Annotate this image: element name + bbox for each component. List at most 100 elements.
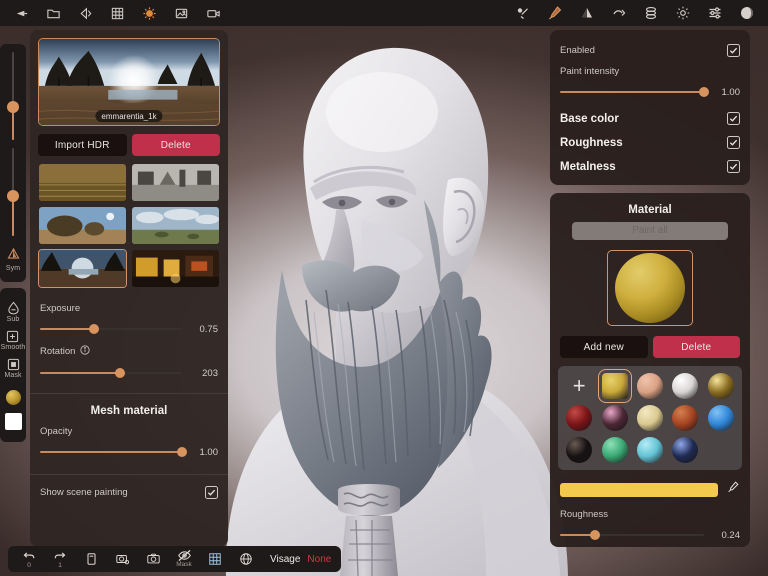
sliders-icon[interactable] — [700, 2, 730, 24]
snapshot-button[interactable] — [107, 547, 137, 571]
settings-gear-icon[interactable] — [668, 2, 698, 24]
slider-knob[interactable] — [7, 190, 19, 202]
visage-label[interactable]: Visage — [270, 554, 300, 565]
hdr-thumb-3[interactable] — [38, 206, 127, 245]
slider-knob[interactable] — [115, 368, 125, 378]
roughness-channel-checkbox[interactable] — [727, 136, 740, 149]
roughness-channel-row[interactable]: Roughness — [550, 136, 750, 149]
paint-intensity-slider[interactable] — [560, 86, 704, 98]
swatch-brass[interactable] — [708, 373, 734, 399]
material-preview[interactable] — [607, 250, 693, 326]
opacity-value: 1.00 — [190, 447, 218, 458]
hdr-thumb-2[interactable] — [131, 163, 220, 202]
sculpture-model[interactable] — [186, 20, 586, 576]
paint-all-button[interactable]: Paint all — [572, 222, 728, 240]
show-scene-painting-checkbox[interactable] — [205, 486, 218, 499]
wireframe-button[interactable] — [200, 547, 230, 571]
folder-icon[interactable] — [38, 2, 68, 24]
paint-intensity-label: Paint intensity — [560, 66, 740, 77]
material-roughness-row: 0.24 — [560, 529, 740, 541]
active-material-swatch[interactable] — [6, 390, 21, 405]
hdr-thumb-1[interactable] — [38, 163, 127, 202]
hdr-thumb-6[interactable] — [131, 249, 220, 288]
paint-brush-icon[interactable] — [540, 2, 570, 24]
smooth-tool[interactable]: Smooth — [1, 330, 26, 351]
brush-size-slider[interactable] — [6, 52, 20, 140]
device-button[interactable] — [76, 547, 106, 571]
swatch-cream[interactable] — [637, 405, 663, 431]
sub-tool[interactable]: Sub — [7, 301, 20, 323]
hdr-thumb-5[interactable] — [38, 249, 127, 288]
swatch-gold[interactable] — [602, 373, 628, 399]
swatch-black[interactable] — [566, 437, 592, 463]
slider-knob[interactable] — [89, 324, 99, 334]
enabled-row[interactable]: Enabled — [550, 44, 750, 57]
visage-value[interactable]: None — [307, 554, 331, 565]
share-icon[interactable] — [70, 2, 100, 24]
mask-tool[interactable]: Mask — [4, 358, 21, 379]
brush-settings-icon[interactable] — [508, 2, 538, 24]
opacity-slider[interactable] — [40, 446, 182, 458]
alpha-icon[interactable] — [572, 2, 602, 24]
hdr-thumb-7[interactable] — [38, 292, 127, 293]
swatch-cyan[interactable] — [637, 437, 663, 463]
swatch-blue[interactable] — [708, 405, 734, 431]
grid-icon[interactable] — [102, 2, 132, 24]
symmetry-icon[interactable] — [7, 246, 20, 264]
undo-button[interactable]: 0 — [14, 547, 44, 571]
delete-material-button[interactable]: Delete — [653, 336, 741, 358]
cursor-select-icon[interactable] — [6, 2, 36, 24]
add-swatch[interactable]: + — [566, 373, 592, 399]
stroke-icon[interactable] — [604, 2, 634, 24]
delete-hdr-button[interactable]: Delete — [132, 134, 221, 156]
enabled-checkbox[interactable] — [727, 44, 740, 57]
brush-falloff-slider[interactable] — [6, 148, 20, 236]
swatch-darkred[interactable] — [566, 405, 592, 431]
hdr-thumb-8[interactable] — [131, 292, 220, 293]
base-color-checkbox[interactable] — [727, 112, 740, 125]
sphere-button[interactable] — [231, 547, 261, 571]
image-icon[interactable] — [166, 2, 196, 24]
show-scene-painting-row[interactable]: Show scene painting — [30, 486, 228, 499]
active-color-chip[interactable] — [5, 413, 22, 430]
import-hdr-button[interactable]: Import HDR — [38, 134, 127, 156]
screenshot-button[interactable] — [138, 547, 168, 571]
swatch-navy[interactable] — [672, 437, 698, 463]
slider-knob[interactable] — [7, 101, 19, 113]
slider-knob[interactable] — [177, 447, 187, 457]
swatch-white[interactable] — [672, 373, 698, 399]
exposure-slider[interactable] — [40, 323, 182, 335]
layers-icon[interactable] — [636, 2, 666, 24]
light-icon[interactable] — [134, 2, 164, 24]
base-color-bar[interactable] — [560, 483, 718, 497]
rotation-slider[interactable] — [40, 367, 182, 379]
rotation-value: 203 — [190, 368, 218, 379]
slider-knob[interactable] — [699, 87, 709, 97]
hdr-preview[interactable]: emmarentia_1k — [38, 38, 220, 126]
swatch-green[interactable] — [602, 437, 628, 463]
hdr-name-label: emmarentia_1k — [95, 110, 162, 122]
metalness-channel-row[interactable]: Metalness — [550, 160, 750, 173]
rotation-label: Rotation — [40, 346, 75, 357]
swatch-rust[interactable] — [672, 405, 698, 431]
moon-icon[interactable] — [732, 2, 762, 24]
slider-knob[interactable] — [590, 530, 600, 540]
material-roughness-slider[interactable] — [560, 529, 704, 541]
top-toolbar — [0, 0, 768, 26]
paint-settings-panel: Enabled Paint intensity 1.00 Base color — [550, 30, 750, 547]
swatch-skin[interactable] — [637, 373, 663, 399]
swatch-plum[interactable] — [602, 405, 628, 431]
mask-toggle[interactable]: Mask — [169, 547, 199, 571]
redo-button[interactable]: 1 — [45, 547, 75, 571]
add-new-material-button[interactable]: Add new — [560, 336, 648, 358]
paint-intensity-section: Paint intensity 1.00 — [550, 57, 750, 98]
info-icon[interactable] — [80, 345, 90, 358]
left-tool-rail: Sym Sub Smooth Mask — [0, 30, 26, 546]
eyedropper-icon[interactable] — [726, 480, 740, 499]
video-icon[interactable] — [198, 2, 228, 24]
paint-intensity-value: 1.00 — [712, 87, 740, 98]
material-card: Material Paint all Add new Delete + Roug… — [550, 193, 750, 547]
hdr-thumb-4[interactable] — [131, 206, 220, 245]
base-color-row[interactable]: Base color — [550, 112, 750, 125]
metalness-channel-checkbox[interactable] — [727, 160, 740, 173]
